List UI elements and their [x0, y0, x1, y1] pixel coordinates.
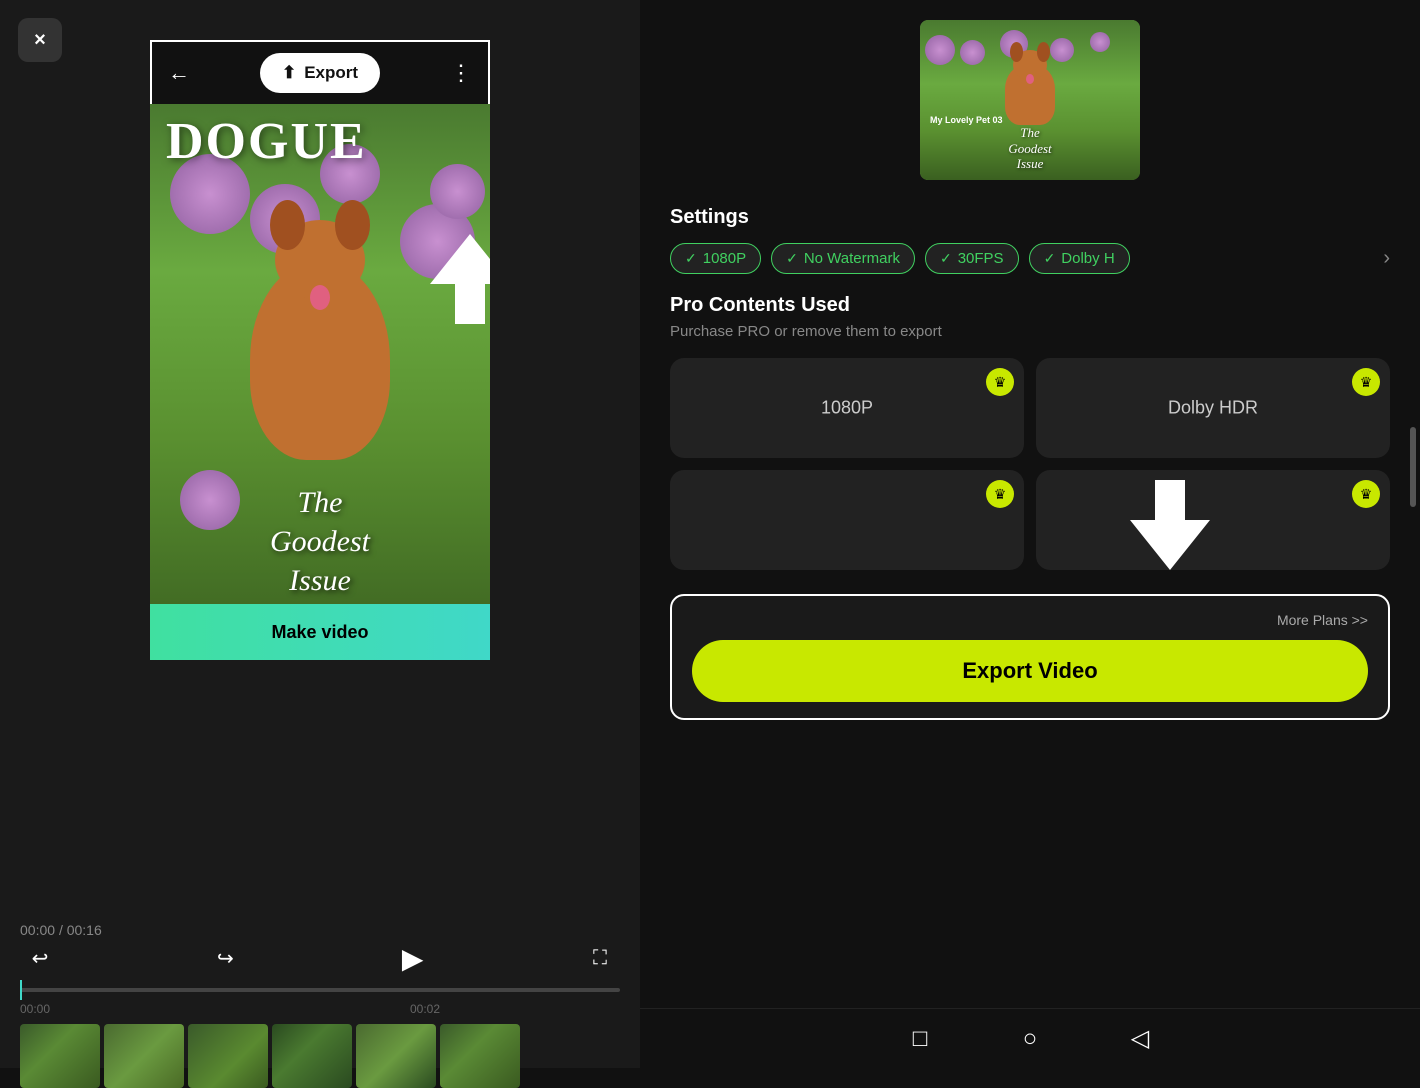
nav-recents-button[interactable]: ◁	[1125, 1024, 1155, 1054]
nav-triangle-icon: ◁	[1131, 1024, 1149, 1053]
crown-icon: ♛	[1360, 374, 1373, 391]
setting-chip-watermark[interactable]: ✓ No Watermark	[771, 243, 915, 274]
preview-thumbnail-area: The Goodest Issue My Lovely Pet 03	[670, 0, 1390, 190]
crown-badge: ♛	[1352, 480, 1380, 508]
redo-icon: ↪	[217, 946, 234, 971]
nav-square-icon: □	[913, 1025, 928, 1053]
left-panel: × ← ⬆ Export ⋮ DOGUE	[0, 0, 640, 1068]
timeline-scrubber[interactable]	[20, 988, 620, 992]
bottom-nav-bar: □ ○ ◁	[640, 1008, 1420, 1068]
timeline-area: 00:00 / 00:16 ↩ ↪ ▶ ⛶ 00:00	[0, 888, 640, 1068]
check-icon: ✓	[1044, 250, 1056, 267]
undo-button[interactable]: ↩	[20, 938, 60, 978]
thumbnail-strip	[20, 1024, 620, 1088]
crown-icon: ♛	[994, 486, 1007, 503]
playback-controls: ↩ ↪ ▶ ⛶	[20, 936, 620, 980]
make-video-button[interactable]: Make video	[150, 604, 490, 660]
export-area: More Plans >> Export Video	[670, 594, 1390, 720]
preview-subtitle: The Goodest Issue	[920, 125, 1140, 172]
subtitle-text: The Goodest Issue	[150, 483, 490, 600]
chip-label-fps: 30FPS	[958, 250, 1004, 267]
pro-item-3[interactable]: ♛	[670, 470, 1024, 570]
export-top-bar: ← ⬆ Export ⋮	[150, 40, 490, 104]
crown-icon: ♛	[1360, 486, 1373, 503]
right-content: The Goodest Issue My Lovely Pet 03 Setti…	[640, 0, 1420, 720]
export-button-label: Export	[304, 63, 358, 83]
thumbnail-item	[104, 1024, 184, 1088]
fullscreen-button[interactable]: ⛶	[580, 938, 620, 978]
pro-items-grid: ♛ 1080P ♛ Dolby HDR	[670, 358, 1390, 458]
redo-button[interactable]: ↪	[205, 938, 245, 978]
thumbnail-item	[188, 1024, 268, 1088]
check-icon: ✓	[685, 250, 697, 267]
play-icon: ▶	[402, 942, 424, 975]
pro-items-grid-bottom: ♛ ♛	[670, 470, 1390, 570]
chip-label-watermark: No Watermark	[804, 250, 900, 267]
pro-contents-label: Pro Contents Used	[670, 294, 1390, 317]
phone-preview: ← ⬆ Export ⋮ DOGUE	[150, 40, 490, 660]
crown-badge: ♛	[986, 480, 1014, 508]
more-plans-link[interactable]: More Plans >>	[692, 612, 1368, 628]
setting-chip-fps[interactable]: ✓ 30FPS	[925, 243, 1019, 274]
nav-home-button[interactable]: □	[905, 1024, 935, 1054]
pro-item-4[interactable]: ♛	[1036, 470, 1390, 570]
play-button[interactable]: ▶	[391, 936, 435, 980]
pro-item-dolby[interactable]: ♛ Dolby HDR	[1036, 358, 1390, 458]
thumbnail-item	[272, 1024, 352, 1088]
pro-item-label-1080p: 1080P	[821, 398, 873, 419]
upload-arrow-icon	[430, 234, 490, 324]
crown-badge: ♛	[1352, 368, 1380, 396]
scrollbar[interactable]	[1410, 427, 1416, 507]
thumbnail-item	[356, 1024, 436, 1088]
thumbnail-item	[20, 1024, 100, 1088]
settings-label: Settings	[670, 206, 1390, 229]
close-button[interactable]: ×	[18, 18, 62, 62]
dog-scene: DOGUE The	[150, 104, 490, 660]
export-video-button[interactable]: Export Video	[692, 640, 1368, 702]
phone-screen: DOGUE The	[150, 104, 490, 660]
nav-back-button[interactable]: ○	[1015, 1024, 1045, 1054]
preview-pet-name: My Lovely Pet 03	[930, 115, 1003, 125]
settings-row: ✓ 1080P ✓ No Watermark ✓ 30FPS ✓ Dolby H…	[670, 243, 1390, 274]
export-button[interactable]: ⬆ Export	[260, 53, 380, 93]
check-icon: ✓	[940, 250, 952, 267]
preview-thumbnail: The Goodest Issue My Lovely Pet 03	[920, 20, 1140, 180]
settings-expand-icon[interactable]: ›	[1383, 247, 1390, 270]
timeline-labels: 00:00 00:02	[20, 1002, 620, 1016]
more-options-icon[interactable]: ⋮	[450, 60, 472, 86]
upload-icon: ⬆	[282, 63, 296, 83]
fullscreen-icon: ⛶	[593, 947, 607, 970]
check-icon: ✓	[786, 250, 798, 267]
right-panel: The Goodest Issue My Lovely Pet 03 Setti…	[640, 0, 1420, 1068]
nav-circle-icon: ○	[1023, 1025, 1038, 1053]
close-icon: ×	[34, 29, 46, 52]
chip-label-dolby: Dolby H	[1061, 250, 1114, 267]
pro-item-label-dolby: Dolby HDR	[1168, 398, 1258, 419]
back-arrow-icon[interactable]: ←	[168, 60, 190, 86]
setting-chip-1080p[interactable]: ✓ 1080P	[670, 243, 761, 274]
timeline-cursor[interactable]	[20, 980, 22, 1000]
magazine-title: DOGUE	[150, 104, 490, 179]
time-display: 00:00 / 00:16	[20, 922, 102, 938]
setting-chip-dolby[interactable]: ✓ Dolby H	[1029, 243, 1130, 274]
crown-badge: ♛	[986, 368, 1014, 396]
undo-icon: ↩	[32, 946, 49, 971]
pro-item-1080p[interactable]: ♛ 1080P	[670, 358, 1024, 458]
chip-label-1080p: 1080P	[703, 250, 746, 267]
subtitle-area: The Goodest Issue My Lovely Pet 03	[150, 483, 490, 620]
pro-contents-sublabel: Purchase PRO or remove them to export	[670, 323, 1390, 340]
thumbnail-item	[440, 1024, 520, 1088]
pro-items-bottom-row: ♛ ♛	[670, 470, 1390, 570]
crown-icon: ♛	[994, 374, 1007, 391]
